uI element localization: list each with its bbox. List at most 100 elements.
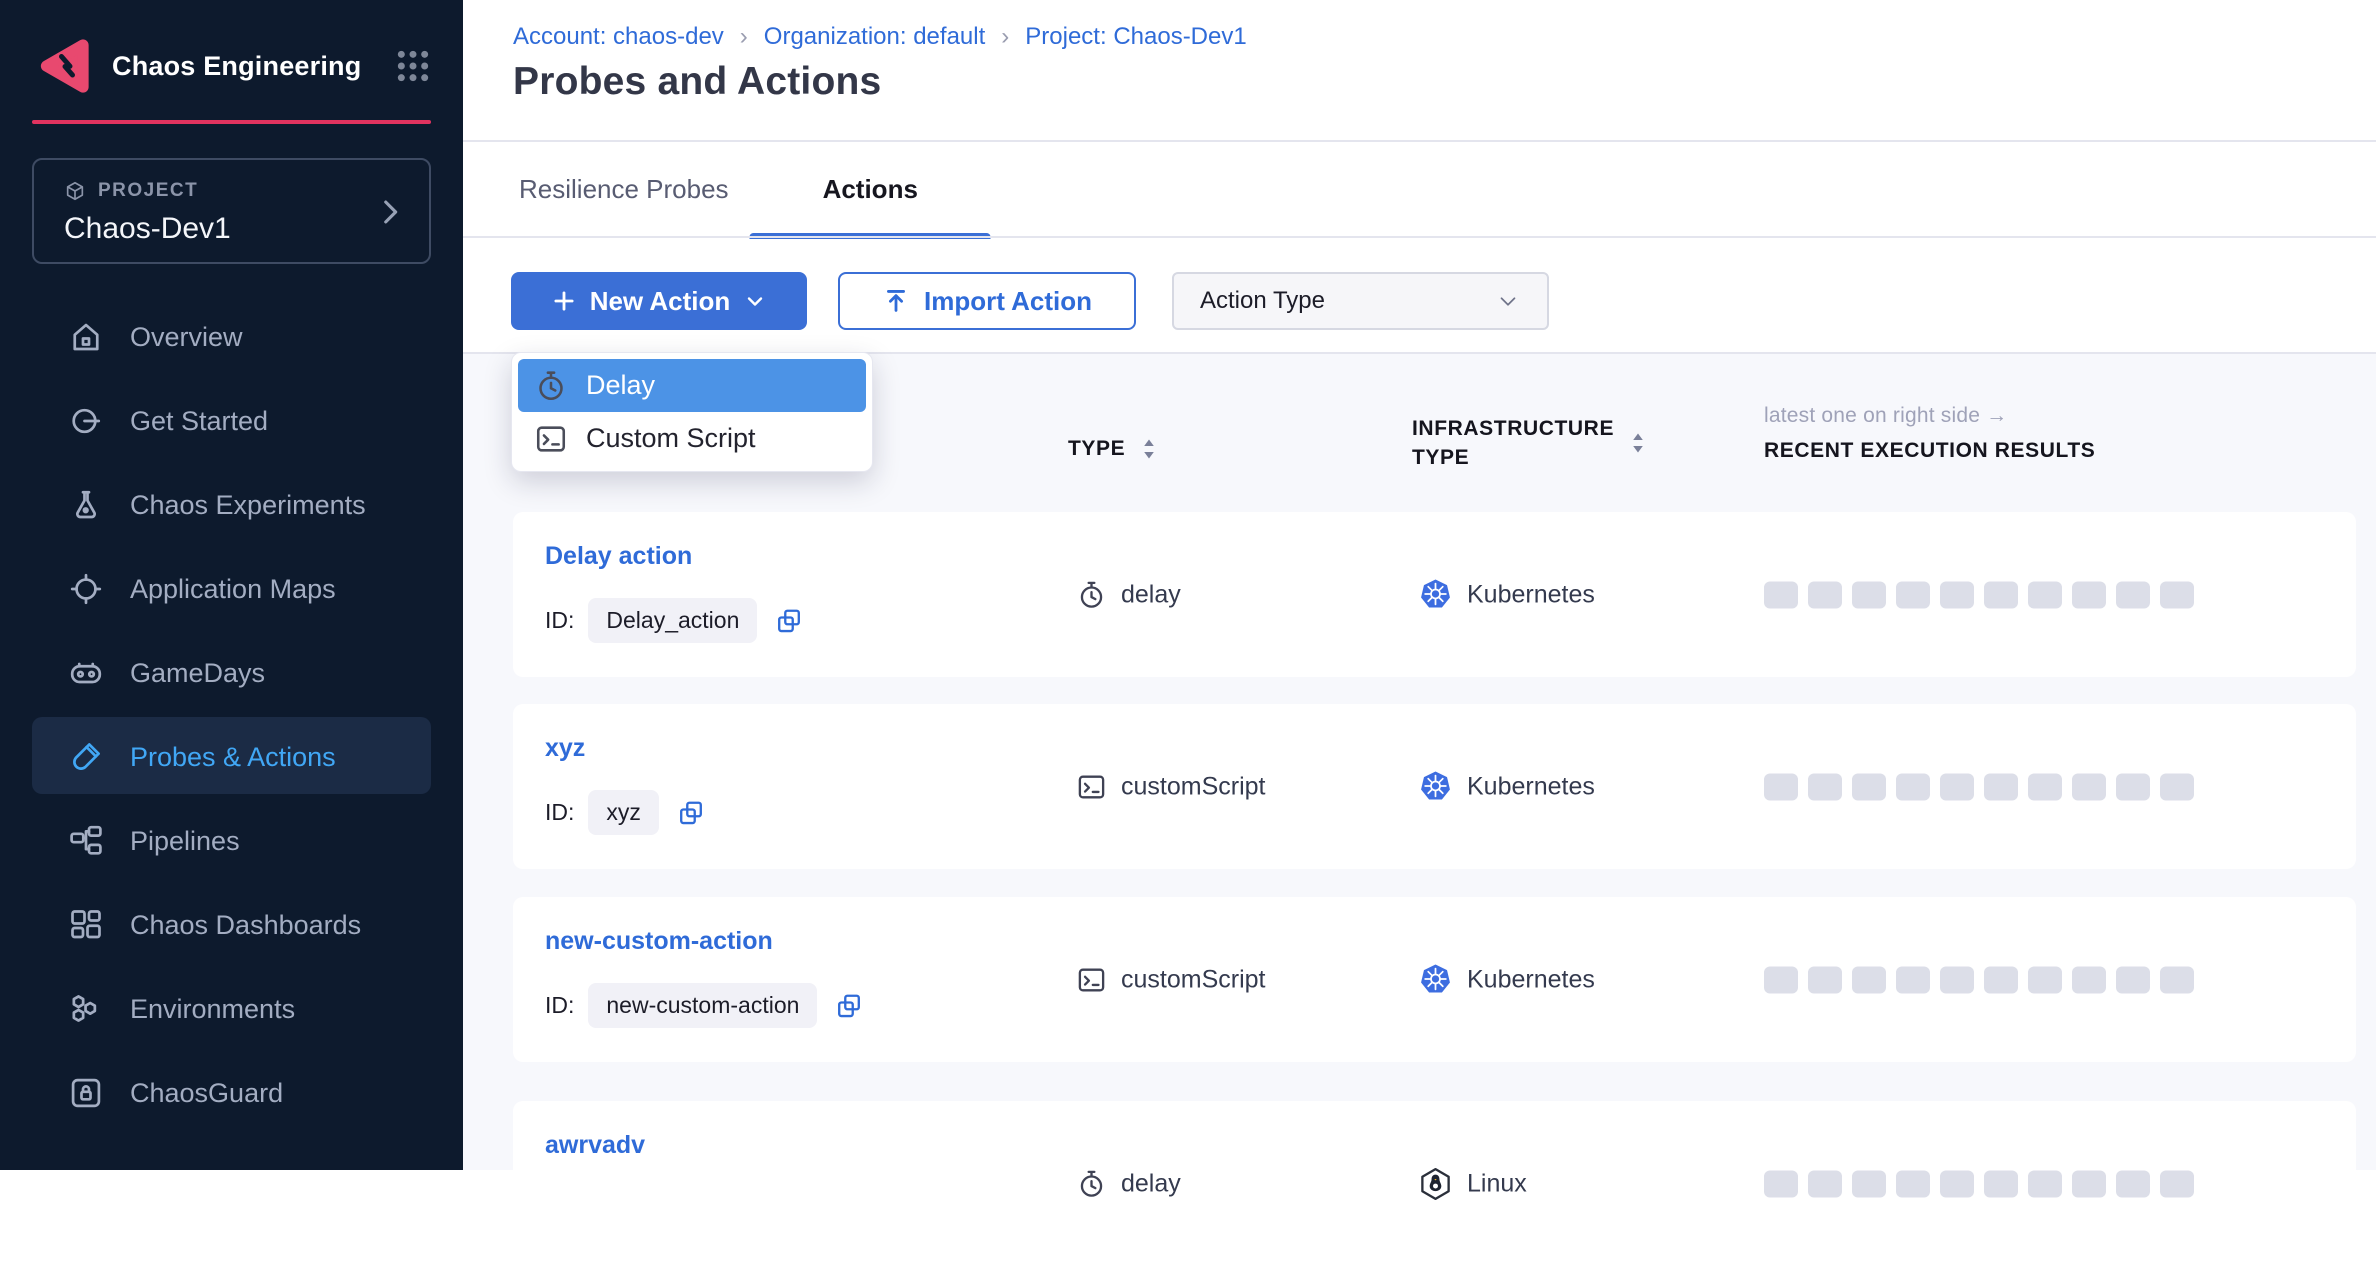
sidebar-item-chaos-dashboards[interactable]: Chaos Dashboards [0,883,463,967]
sidebar-item-environments[interactable]: Environments [0,967,463,1051]
breadcrumb-separator: › [740,23,748,51]
sidebar-item-gamedays[interactable]: GameDays [0,631,463,715]
infrastructure-cell: Kubernetes [1418,769,1595,804]
action-id-line: ID:new-custom-action [545,983,863,1028]
menu-item-custom-script[interactable]: Custom Script [518,412,866,465]
empty-result-placeholder [2028,581,2062,608]
type-cell: customScript [1076,771,1265,802]
get-started-icon [68,403,104,439]
project-selector[interactable]: PROJECT Chaos-Dev1 [32,158,431,264]
type-value: customScript [1121,772,1265,801]
project-cube-icon [64,180,86,202]
empty-result-placeholder [1940,581,1974,608]
sort-icon[interactable] [1630,430,1646,456]
sidebar-item-get-started[interactable]: Get Started [0,379,463,463]
table-row: new-custom-action ID:new-custom-action cus… [513,897,2356,1062]
breadcrumb-link[interactable]: Account: chaos-dev [513,23,724,51]
tabs-divider [463,236,2376,238]
tab-label: Resilience Probes [519,174,729,205]
infrastructure-cell: Kubernetes [1418,962,1595,997]
recent-execution-results [1764,1170,2194,1197]
empty-result-placeholder [1764,1170,1798,1197]
tab-actions[interactable]: Actions [823,142,918,237]
environments-icon [68,991,104,1027]
empty-result-placeholder [1852,966,1886,993]
table-row: xyzID:xyzcustomScriptKubernetes [513,704,2356,869]
tab-bar: Resilience Probes Actions [519,142,918,237]
sidebar-item-application-maps[interactable]: Application Maps [0,547,463,631]
empty-result-placeholder [2072,581,2106,608]
empty-result-placeholder [1984,581,2018,608]
app-root: Chaos Engineering PROJECT Chaos-Dev1 Ove… [0,0,2376,1170]
crosshair-icon [68,571,104,607]
infrastructure-value: Kubernetes [1467,580,1595,609]
breadcrumb-link[interactable]: Organization: default [764,23,985,51]
action-type-select[interactable]: Action Type [1172,272,1549,330]
sidebar-item-label: ChaosGuard [130,1078,283,1109]
empty-result-placeholder [2072,773,2106,800]
table-row: Delay action ID:Delay_action delay Kubernet… [513,512,2356,677]
sort-icon[interactable] [1141,436,1157,462]
menu-item-label: Delay [586,370,655,401]
terminal-icon [1076,964,1107,995]
sidebar-item-label: Chaos Experiments [130,490,366,521]
empty-result-placeholder [1852,581,1886,608]
sidebar-item-probes-actions[interactable]: Probes & Actions [0,715,463,799]
empty-result-placeholder [1940,966,1974,993]
type-value: delay [1121,580,1181,609]
sidebar-item-chaos-experiments[interactable]: Chaos Experiments [0,463,463,547]
lock-icon [68,1075,104,1111]
empty-result-placeholder [2160,773,2194,800]
copy-id-button[interactable] [775,607,803,635]
action-id-line: ID:Delay_action [545,598,803,643]
type-value: delay [1121,1169,1181,1198]
new-action-button[interactable]: New Action [511,272,807,330]
infrastructure-value: Kubernetes [1467,772,1595,801]
column-header-type[interactable]: TYPE [1068,436,1157,462]
id-label: ID: [545,992,574,1019]
empty-result-placeholder [2028,773,2062,800]
menu-item-delay[interactable]: Delay [518,359,866,412]
copy-id-button[interactable] [835,992,863,1020]
type-cell: customScript [1076,964,1265,995]
empty-result-placeholder [2116,773,2150,800]
chevron-right-icon [373,190,407,234]
sidebar-item-label: Pipelines [130,826,240,857]
action-name-link[interactable]: Delay action [545,542,692,571]
sidebar-item-pipelines[interactable]: Pipelines [0,799,463,883]
table-row: awrvadv delay Linux [513,1101,2356,1266]
import-action-button[interactable]: Import Action [838,272,1136,330]
action-name-link[interactable]: xyz [545,734,585,763]
infrastructure-cell: Kubernetes [1418,577,1595,612]
empty-result-placeholder [1984,773,2018,800]
column-header-infrastructure[interactable]: INFRASTRUCTURE TYPE [1412,414,1646,472]
empty-result-placeholder [2116,966,2150,993]
sidebar-item-overview[interactable]: Overview [0,295,463,379]
empty-result-placeholder [1896,581,1930,608]
recent-execution-results [1764,966,2194,993]
app-switcher-grid-icon[interactable] [393,46,433,86]
action-name-link[interactable]: new-custom-action [545,927,773,956]
sidebar-item-chaosguard[interactable]: ChaosGuard [0,1051,463,1135]
kubernetes-icon [1418,577,1453,612]
infrastructure-cell: Linux [1418,1166,1527,1201]
results-hint: latest one on right side → [1764,404,2095,428]
action-name-link[interactable]: awrvadv [545,1131,645,1160]
empty-result-placeholder [2160,966,2194,993]
sidebar-item-label: GameDays [130,658,265,689]
empty-result-placeholder [1940,1170,1974,1197]
empty-result-placeholder [1764,581,1798,608]
tab-resilience-probes[interactable]: Resilience Probes [519,142,729,237]
pipeline-icon [68,823,104,859]
action-id-line: ID:xyz [545,790,705,835]
breadcrumb-link[interactable]: Project: Chaos-Dev1 [1025,23,1246,51]
sidebar-nav: OverviewGet Started Chaos Experiments Appl… [0,295,463,1135]
sidebar-item-label: Probes & Actions [130,742,336,773]
empty-result-placeholder [1896,773,1930,800]
empty-result-placeholder [2160,1170,2194,1197]
action-id-value: xyz [588,790,659,835]
project-name: Chaos-Dev1 [64,212,231,246]
copy-id-button[interactable] [677,799,705,827]
empty-result-placeholder [2072,966,2106,993]
sidebar: Chaos Engineering PROJECT Chaos-Dev1 Ove… [0,0,463,1170]
